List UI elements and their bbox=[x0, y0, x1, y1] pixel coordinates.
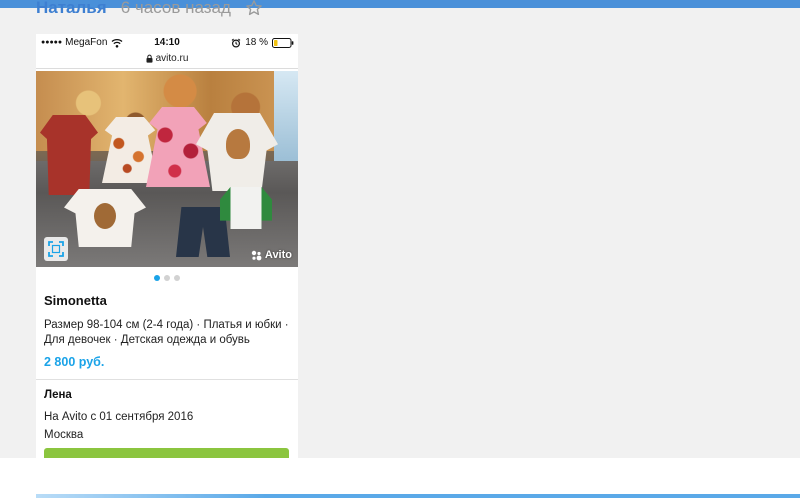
photo-red-coat bbox=[40, 115, 98, 195]
star-icon[interactable] bbox=[245, 0, 263, 17]
seller-city: Москва bbox=[44, 429, 84, 441]
gallery-dot-1[interactable] bbox=[154, 275, 160, 281]
listing-title: Simonetta bbox=[44, 293, 107, 308]
gallery-pagination bbox=[36, 267, 298, 289]
ios-status-bar: ●●●●● MegaFon 14:10 18 % bbox=[36, 34, 298, 51]
gallery-dot-3[interactable] bbox=[174, 275, 180, 281]
gallery-dot-2[interactable] bbox=[164, 275, 170, 281]
post-time: 6 часов назад bbox=[120, 0, 231, 17]
post-author-link[interactable]: Наталья bbox=[36, 0, 107, 18]
listing-photo[interactable]: Avito bbox=[36, 71, 298, 267]
watermark-text: Avito bbox=[264, 249, 292, 261]
seller-name[interactable]: Лена bbox=[44, 389, 290, 401]
address-bar[interactable]: avito.ru bbox=[36, 51, 298, 65]
phone-screenshot: ●●●●● MegaFon 14:10 18 % avito.ru Avito … bbox=[36, 34, 298, 464]
lock-icon bbox=[146, 54, 153, 63]
photo-pink-floral-dress bbox=[146, 107, 210, 187]
post-header: Наталья 6 часов назад bbox=[36, 0, 263, 20]
bottom-accent-line bbox=[36, 494, 800, 498]
fullscreen-icon[interactable] bbox=[44, 237, 68, 261]
fullscreen-glyph-icon bbox=[48, 241, 64, 257]
section-divider bbox=[36, 379, 298, 380]
avito-watermark: Avito bbox=[251, 249, 292, 261]
photo-background-window bbox=[274, 71, 298, 161]
seller-since: На Avito с 01 сентября 2016 bbox=[44, 411, 194, 423]
bottom-overlay bbox=[0, 458, 800, 498]
avito-logo-icon bbox=[251, 250, 262, 260]
listing-price: 2 800 руб. bbox=[44, 355, 105, 369]
listing-info: Simonetta Размер 98-104 см (2-4 года) · … bbox=[36, 293, 298, 369]
seller-info: Лена На Avito с 01 сентября 2016 Москва bbox=[36, 389, 298, 441]
url-divider bbox=[36, 68, 298, 69]
status-clock: 14:10 bbox=[154, 37, 180, 48]
listing-description: Размер 98-104 см (2-4 года) · Платья и ю… bbox=[44, 319, 289, 346]
url-text: avito.ru bbox=[155, 52, 189, 64]
